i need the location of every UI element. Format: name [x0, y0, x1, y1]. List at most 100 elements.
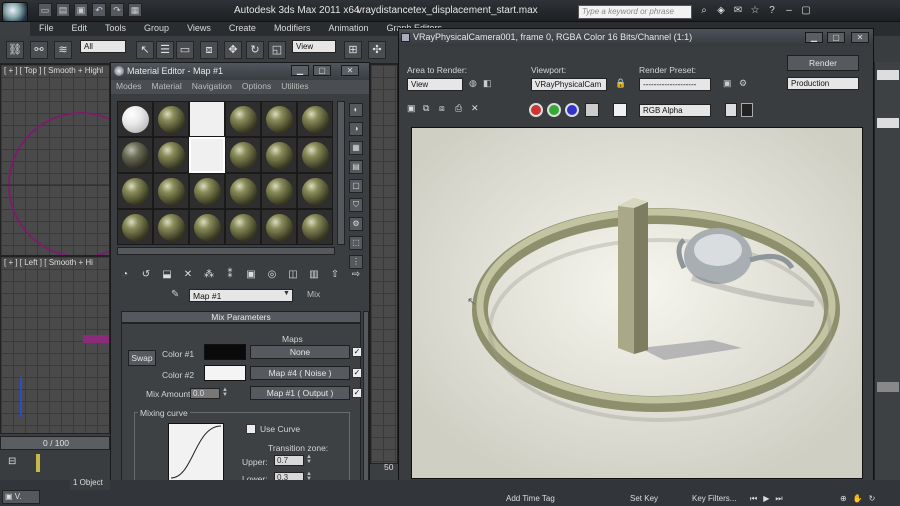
sample-slot[interactable] — [225, 101, 261, 137]
menu-animation[interactable]: Animation — [319, 22, 377, 36]
slots-scrollbar[interactable] — [337, 101, 345, 245]
mix-amount-map-button[interactable]: Map #1 ( Output ) — [250, 386, 350, 400]
scale-icon[interactable]: ◱ — [268, 41, 286, 59]
maximize-icon[interactable]: ▢ — [313, 65, 331, 76]
sample-slot[interactable] — [261, 101, 297, 137]
sample-slot[interactable] — [261, 209, 297, 245]
reference-coordinate-dropdown[interactable]: View — [292, 40, 336, 53]
map-name-dropdown-icon[interactable]: ▼ — [283, 290, 292, 301]
maximize-icon[interactable]: ▢ — [799, 4, 813, 18]
viewport-top[interactable]: [ + ] [ Top ] [ Smooth + Highl — [0, 64, 110, 256]
command-panel-field[interactable] — [877, 70, 899, 80]
window-crossing-icon[interactable]: ⧈ — [200, 41, 218, 59]
redo-icon[interactable]: ↷ — [110, 3, 124, 17]
use-curve-checkbox[interactable] — [246, 424, 256, 434]
pick-material-icon[interactable]: ✎ — [171, 289, 185, 302]
select-by-material-icon[interactable]: ⬚ — [349, 236, 363, 250]
menu-tools[interactable]: Tools — [96, 22, 135, 36]
binoculars-icon[interactable]: ⌕ — [697, 4, 711, 18]
mono-icon[interactable] — [613, 103, 627, 117]
open-icon[interactable]: ▤ — [56, 3, 70, 17]
sample-slot[interactable] — [117, 173, 153, 209]
track-bar[interactable]: ⊟ — [0, 450, 110, 480]
sample-slot-active[interactable] — [189, 101, 225, 137]
menu-modifiers[interactable]: Modifiers — [265, 22, 320, 36]
render-window-titlebar[interactable]: VRayPhysicalCamera001, frame 0, RGBA Col… — [399, 29, 873, 46]
video-color-check-icon[interactable]: ▢ — [349, 179, 363, 193]
save-image-icon[interactable]: ▣ — [407, 103, 419, 115]
pivot-center-icon[interactable]: ⊞ — [344, 41, 362, 59]
backlight-icon[interactable]: ◑ — [349, 122, 363, 136]
red-channel-toggle[interactable] — [529, 103, 543, 117]
me-menu-utilities[interactable]: Utilities — [276, 80, 313, 94]
toggle-ui-icon[interactable] — [741, 103, 753, 117]
sample-slot[interactable] — [261, 173, 297, 209]
menu-group[interactable]: Group — [135, 22, 178, 36]
get-material-icon[interactable]: ◔ — [117, 267, 133, 283]
make-copy-icon[interactable]: ⁂ — [201, 267, 217, 283]
play-icon[interactable]: ▶ — [763, 494, 769, 504]
app-logo-icon[interactable] — [2, 2, 28, 22]
color2-map-checkbox[interactable]: ✓ — [352, 368, 362, 378]
viewport-left[interactable]: [ + ] [ Left ] [ Smooth + Hi — [0, 256, 110, 434]
render-setup-icon[interactable]: ▣ — [723, 78, 732, 89]
color1-map-checkbox[interactable]: ✓ — [352, 347, 362, 357]
communication-icon[interactable]: ✉ — [731, 4, 745, 18]
time-slider[interactable]: 0 / 100 — [0, 436, 110, 450]
map-name-field[interactable]: Map #1 — [189, 289, 293, 302]
sample-slot[interactable] — [297, 137, 333, 173]
select-object-icon[interactable]: ↖ — [136, 41, 154, 59]
options-icon[interactable]: ⚙ — [349, 217, 363, 231]
select-by-name-icon[interactable]: ☰ — [156, 41, 174, 59]
save-icon[interactable]: ▣ — [74, 3, 88, 17]
project-icon[interactable]: ▦ — [128, 3, 142, 17]
menu-views[interactable]: Views — [178, 22, 220, 36]
mix-amount-spinner[interactable]: 0.0 — [190, 388, 220, 399]
go-to-end-icon[interactable]: ⏭ — [775, 494, 782, 504]
rect-selection-icon[interactable]: ▭ — [176, 41, 194, 59]
orbit-icon[interactable]: ↻ — [869, 494, 876, 503]
search-input[interactable]: Type a keyword or phrase — [578, 5, 692, 19]
show-end-result-icon[interactable]: ▥ — [306, 267, 322, 283]
mini-curve-editor-icon[interactable]: ⊟ — [8, 456, 22, 468]
clone-window-icon[interactable]: ⧈ — [439, 103, 451, 115]
copy-image-icon[interactable]: ⧉ — [423, 103, 435, 115]
mix-amount-spin-arrows-icon[interactable]: ▲ ▼ — [222, 387, 230, 399]
color1-map-button[interactable]: None — [250, 345, 350, 359]
go-to-start-icon[interactable]: ⏮ — [750, 494, 757, 504]
clear-icon[interactable]: ✕ — [471, 103, 483, 115]
move-icon[interactable]: ✥ — [224, 41, 242, 59]
color2-swatch[interactable] — [204, 365, 246, 381]
pan-icon[interactable]: ✋ — [853, 494, 863, 503]
close-icon[interactable]: ✕ — [851, 32, 869, 43]
rotate-icon[interactable]: ↻ — [246, 41, 264, 59]
toggle-ui-overlay-icon[interactable] — [725, 103, 737, 117]
color1-swatch[interactable] — [204, 344, 246, 360]
sample-slot[interactable] — [297, 101, 333, 137]
area-to-render-dropdown[interactable]: View — [407, 78, 463, 91]
menu-file[interactable]: File — [30, 22, 63, 36]
production-dropdown[interactable]: Production — [787, 77, 859, 90]
upper-spinner[interactable]: 0.7 — [274, 455, 304, 466]
set-key-button[interactable]: Set Key — [630, 494, 664, 506]
print-image-icon[interactable]: ⎙ — [455, 103, 467, 115]
go-to-parent-icon[interactable]: ⇧ — [327, 267, 343, 283]
uv-tiling-icon[interactable]: ▤ — [349, 160, 363, 174]
sample-slot[interactable] — [297, 173, 333, 209]
make-unique-icon[interactable]: ⁑ — [222, 267, 238, 283]
map-type-button[interactable]: Mix — [307, 289, 320, 299]
sample-slot[interactable] — [117, 137, 153, 173]
sample-slot[interactable] — [117, 101, 153, 137]
add-time-tag-button[interactable]: Add Time Tag — [506, 494, 570, 506]
undo-icon[interactable]: ↶ — [92, 3, 106, 17]
edit-region-icon[interactable]: ◍ — [469, 78, 477, 89]
maximize-icon[interactable]: ▢ — [827, 32, 845, 43]
color2-map-button[interactable]: Map #4 ( Noise ) — [250, 366, 350, 380]
show-map-in-viewport-icon[interactable]: ◫ — [285, 267, 301, 283]
auto-region-icon[interactable]: ◧ — [483, 78, 492, 89]
channel-display-dropdown[interactable]: RGB Alpha — [639, 104, 711, 117]
link-icon[interactable]: ⛓ — [6, 41, 24, 59]
make-preview-icon[interactable]: ⛉ — [349, 198, 363, 212]
me-menu-modes[interactable]: Modes — [111, 80, 147, 94]
unlink-icon[interactable]: ⚯ — [30, 41, 48, 59]
